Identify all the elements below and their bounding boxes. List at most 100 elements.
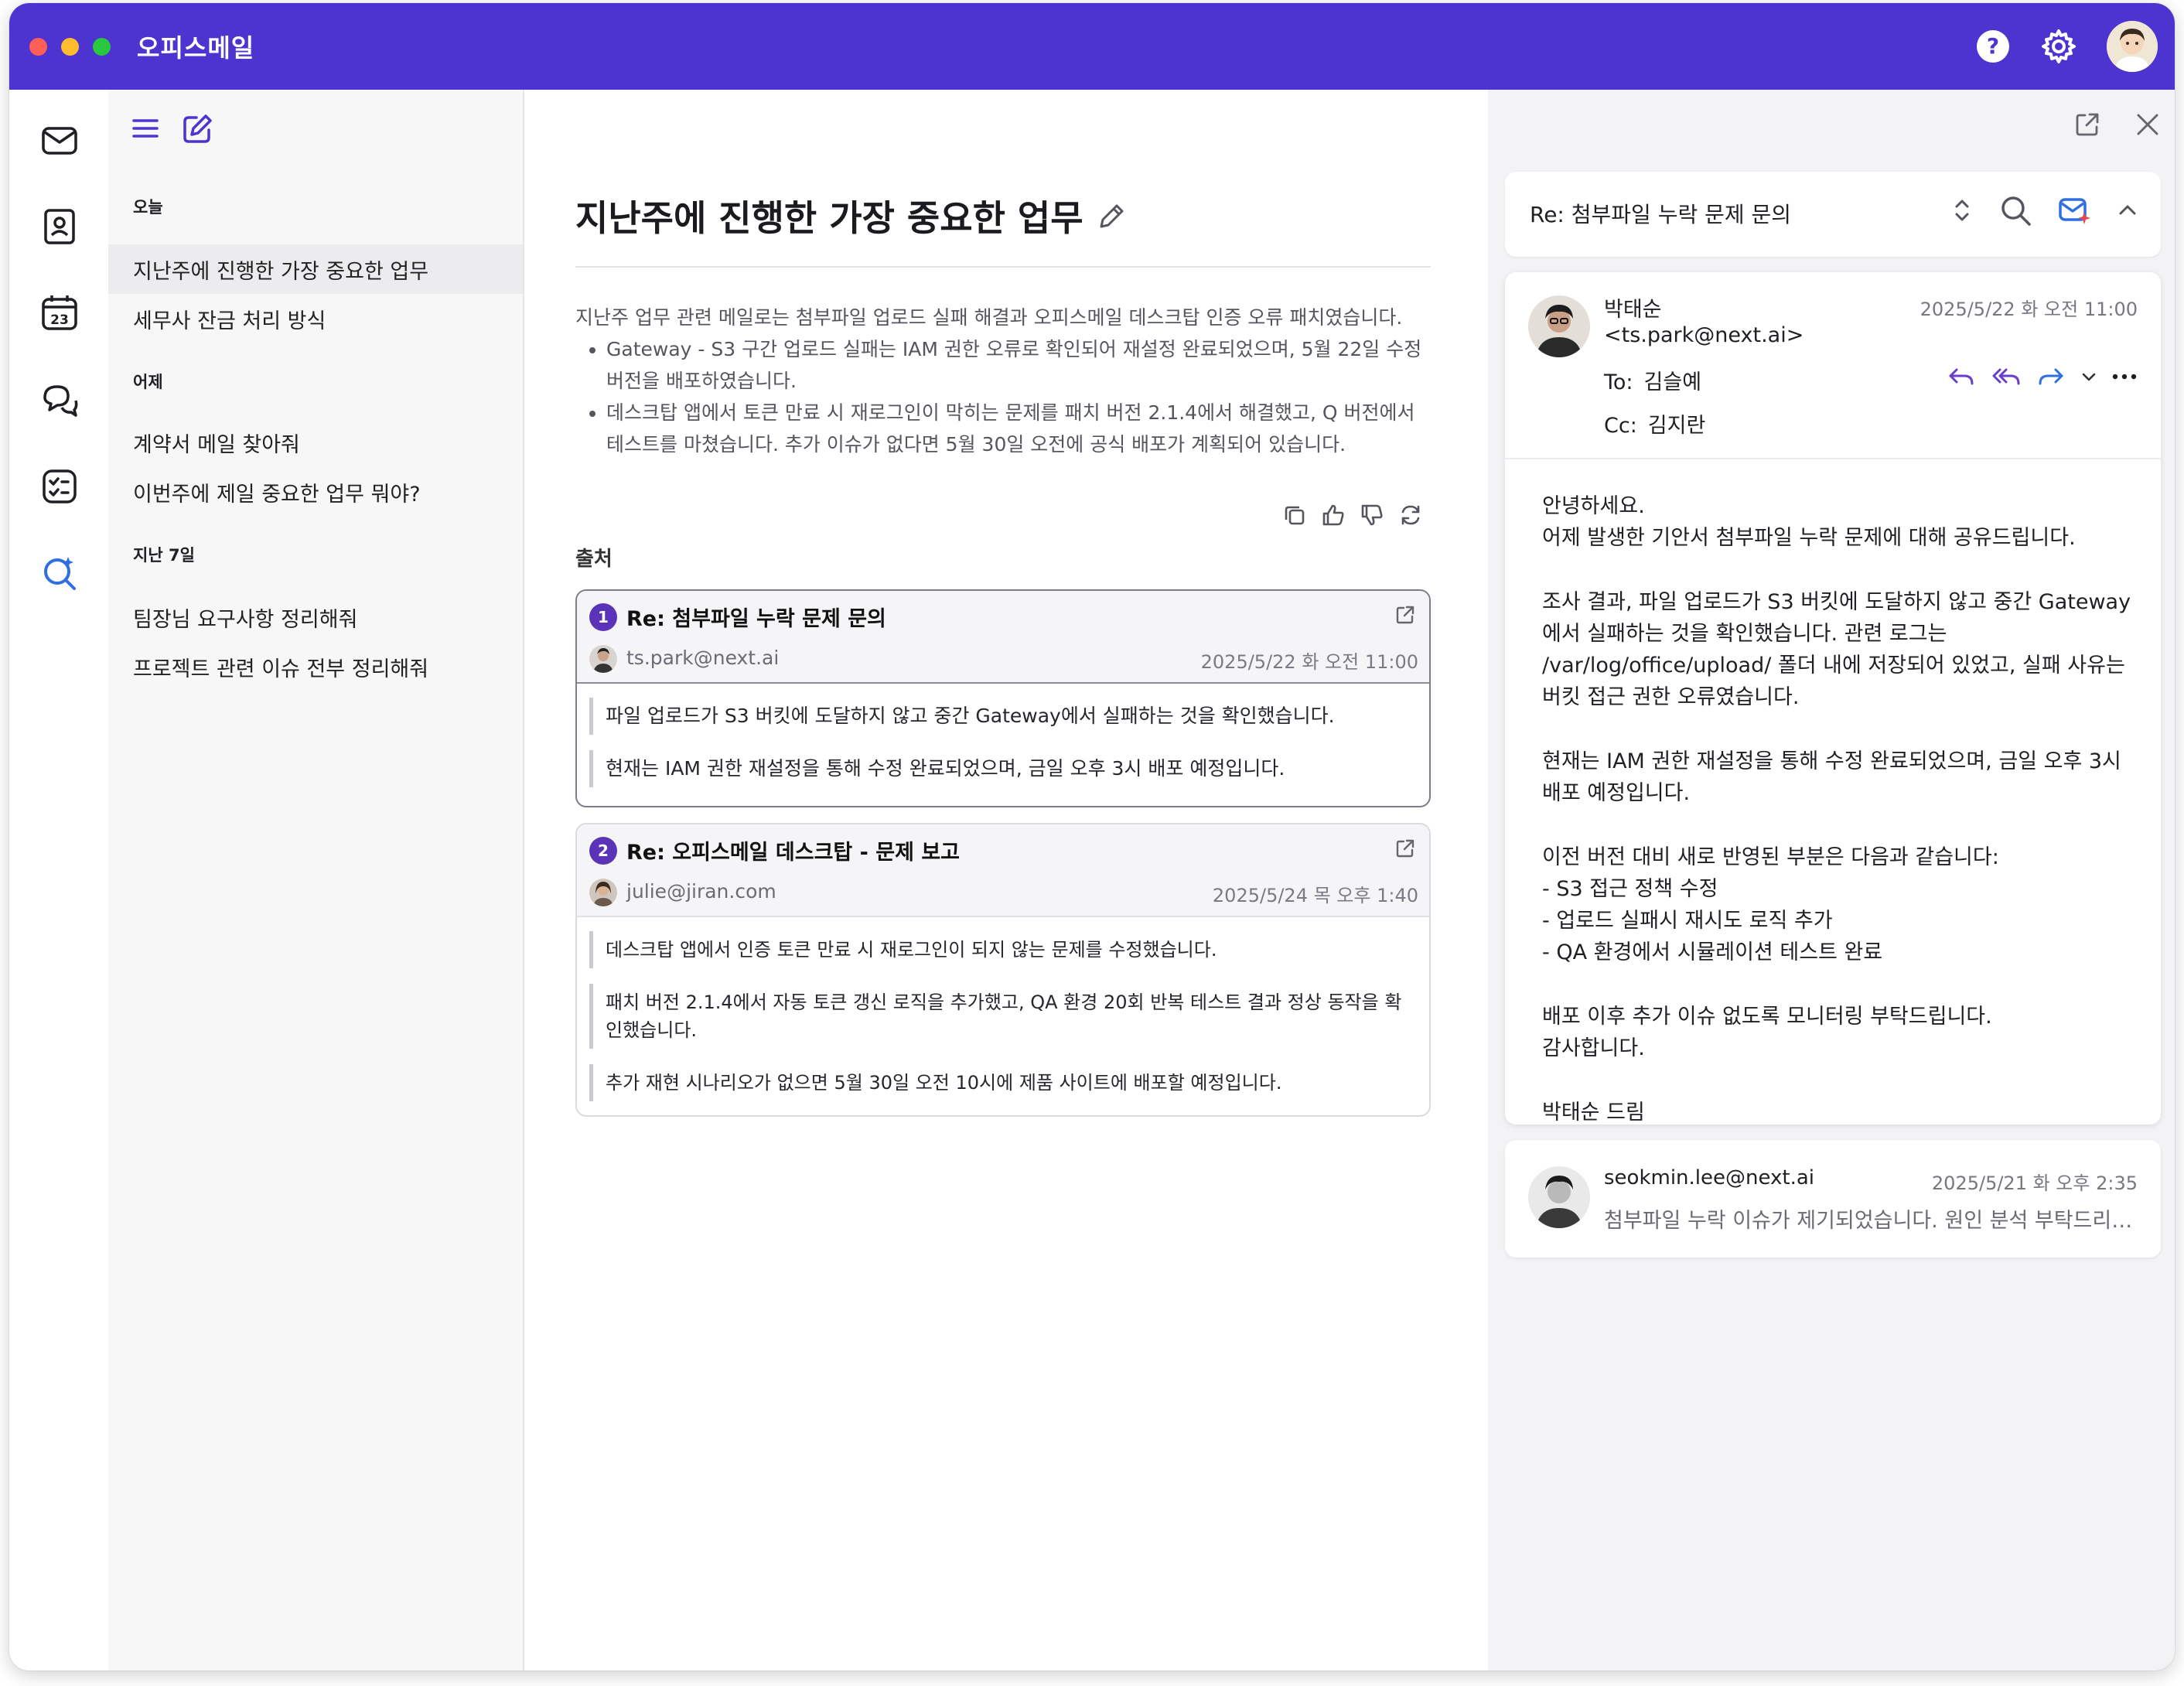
- forward-icon[interactable]: [2036, 363, 2066, 390]
- sender-avatar: [1528, 1166, 1590, 1228]
- thumbs-up-icon[interactable]: [1321, 503, 1346, 527]
- page-title-row: 지난주에 진행한 가장 중요한 업무: [575, 190, 1127, 241]
- external-link-icon[interactable]: [2073, 110, 2102, 139]
- copy-icon[interactable]: [1282, 503, 1307, 527]
- more-icon[interactable]: [2111, 368, 2138, 385]
- close-icon[interactable]: [2133, 110, 2162, 139]
- source-from: julie@jiran.com: [626, 880, 776, 903]
- tasks-icon[interactable]: [39, 466, 80, 507]
- thread-header: Re: 첨부파일 누락 문제 문의: [1505, 172, 2161, 257]
- list-item[interactable]: 지난주에 진행한 가장 중요한 업무: [108, 244, 523, 294]
- chat-icon[interactable]: [39, 379, 80, 421]
- list-item[interactable]: 프로젝트 관련 이슈 전부 정리해줘: [108, 642, 523, 691]
- list-item-label: 팀장님 요구사항 정리해줘: [133, 607, 358, 632]
- thumbs-down-icon[interactable]: [1360, 503, 1384, 527]
- list-item[interactable]: 세무사 잔금 처리 방식: [108, 294, 523, 343]
- list-item[interactable]: 계약서 메일 찾아줘: [108, 418, 523, 467]
- group-label-yesterday: 어제: [133, 373, 163, 391]
- list-item[interactable]: 이번주에 제일 중요한 업무 뭐야?: [108, 467, 523, 517]
- menu-icon[interactable]: [130, 113, 161, 145]
- collapsed-message[interactable]: seokmin.lee@next.ai 2025/5/21 화 오후 2:35 …: [1505, 1140, 2161, 1258]
- body-paragraph: 현재는 IAM 권한 재설정을 통해 수정 완료되었으며, 금일 오후 3시 배…: [1542, 746, 2145, 809]
- body-paragraph: 박태순 드림: [1542, 1097, 2145, 1128]
- mail-reader: Re: 첨부파일 누락 문제 문의 박태순 <ts.park@next.ai> …: [1488, 90, 2175, 1671]
- to-recipient[interactable]: 김슬예: [1644, 370, 1702, 394]
- search-icon[interactable]: [1998, 193, 2032, 227]
- close-window-button[interactable]: [29, 37, 47, 56]
- sender-avatar: [589, 879, 617, 906]
- app-rail: 23: [9, 90, 108, 1671]
- source-title: Re: 오피스메일 데스크탑 - 문제 보고: [626, 841, 961, 865]
- help-icon[interactable]: ?: [1975, 29, 2011, 64]
- sources-label: 출처: [575, 548, 613, 571]
- sort-icon[interactable]: [1950, 194, 1974, 227]
- source-quote: 현재는 IAM 권한 재설정을 통해 수정 완료되었으며, 금일 오후 3시 배…: [589, 750, 1417, 787]
- svg-text:?: ?: [1987, 33, 1999, 59]
- list-item[interactable]: 팀장님 요구사항 정리해줘: [108, 592, 523, 642]
- summary-intro: 지난주 업무 관련 메일로는 첨부파일 업로드 실패 해결과 오피스메일 데스크…: [575, 306, 1403, 329]
- body-line: 현재는 IAM 권한 재설정을 통해 수정 완료되었으며, 금일 오후 3시 배…: [1542, 749, 2121, 805]
- list-item-label: 계약서 메일 찾아줘: [133, 432, 300, 457]
- window-controls: [29, 37, 111, 56]
- source-date: 2025/5/22 화 오전 11:00: [1200, 651, 1418, 673]
- source-number: 2: [589, 837, 617, 865]
- cc-line: Cc: 김지란: [1604, 408, 1705, 439]
- calendar-icon[interactable]: 23: [39, 292, 80, 334]
- source-quote: 추가 재현 시나리오가 없으면 5월 30일 오전 10시에 제품 사이트에 배…: [589, 1064, 1417, 1101]
- mail-icon[interactable]: [39, 119, 80, 161]
- source-date: 2025/5/24 목 오후 1:40: [1212, 885, 1418, 906]
- contacts-icon[interactable]: [39, 206, 80, 247]
- sender-avatar: [589, 645, 617, 673]
- minimize-window-button[interactable]: [61, 37, 79, 56]
- ai-mail-icon[interactable]: [2057, 193, 2091, 227]
- mail-message: 박태순 <ts.park@next.ai> 2025/5/22 화 오전 11:…: [1505, 272, 2161, 1125]
- body-paragraph: 배포 이후 추가 이슈 없도록 모니터링 부탁드립니다. 감사합니다.: [1542, 1001, 2145, 1064]
- source-card[interactable]: 2 Re: 오피스메일 데스크탑 - 문제 보고 julie@jiran.com…: [575, 823, 1431, 1117]
- body-line: - 업로드 실패시 재시도 로직 추가: [1542, 909, 1833, 933]
- source-quote: 파일 업로드가 S3 버킷에 도달하지 않고 중간 Gateway에서 실패하는…: [589, 698, 1417, 735]
- reader-toolbar: [2073, 110, 2162, 139]
- list-item-label: 세무사 잔금 처리 방식: [133, 309, 326, 333]
- ai-search-icon[interactable]: [39, 552, 80, 594]
- group-label-today: 오늘: [133, 198, 163, 217]
- maximize-window-button[interactable]: [93, 37, 111, 56]
- user-avatar[interactable]: [2107, 21, 2158, 72]
- body-line: 안녕하세요.: [1542, 494, 1645, 518]
- chevron-down-icon[interactable]: [2080, 368, 2097, 385]
- summary-bullet: Gateway - S3 구간 업로드 실패는 IAM 권한 오류로 확인되어 …: [606, 333, 1434, 397]
- chevron-up-icon[interactable]: [2116, 199, 2139, 222]
- to-line: To: 김슬예: [1604, 365, 1701, 395]
- list-item-label: 이번주에 제일 중요한 업무 뭐야?: [133, 482, 421, 507]
- answer-panel: 지난주에 진행한 가장 중요한 업무 지난주 업무 관련 메일로는 첨부파일 업…: [524, 90, 1488, 1671]
- edit-icon[interactable]: [1097, 201, 1127, 230]
- body-paragraph: 이전 버전 대비 새로 반영된 부분은 다음과 같습니다: - S3 접근 정책 …: [1542, 841, 2145, 968]
- external-link-icon[interactable]: [1394, 837, 1417, 860]
- external-link-icon[interactable]: [1394, 603, 1417, 626]
- compose-icon[interactable]: [181, 113, 213, 145]
- reply-all-icon[interactable]: [1991, 363, 2022, 390]
- source-title: Re: 첨부파일 누락 문제 문의: [626, 607, 886, 631]
- cc-recipient[interactable]: 김지란: [1648, 414, 1706, 438]
- gear-icon[interactable]: [2040, 28, 2077, 65]
- refresh-icon[interactable]: [1398, 503, 1423, 527]
- page-title: 지난주에 진행한 가장 중요한 업무: [575, 197, 1083, 239]
- source-card-header: 2 Re: 오피스메일 데스크탑 - 문제 보고 julie@jiran.com…: [577, 824, 1429, 917]
- source-from: ts.park@next.ai: [626, 647, 780, 669]
- sender-email: seokmin.lee@next.ai: [1604, 1166, 1815, 1189]
- title-divider: [575, 266, 1431, 268]
- body-line: 배포 이후 추가 이슈 없도록 모니터링 부탁드립니다.: [1542, 1005, 1992, 1029]
- source-card[interactable]: 1 Re: 첨부파일 누락 문제 문의 ts.park@next.ai 2025…: [575, 589, 1431, 807]
- body-paragraph: 안녕하세요. 어제 발생한 기안서 첨부파일 누락 문제에 대해 공유드립니다.: [1542, 490, 2145, 554]
- sender-email: <ts.park@next.ai>: [1604, 323, 1804, 347]
- body-paragraph: 조사 결과, 파일 업로드가 S3 버킷에 도달하지 않고 중간 Gateway…: [1542, 586, 2145, 713]
- body-line: 감사합니다.: [1542, 1036, 1645, 1060]
- app-title: 오피스메일: [137, 33, 255, 63]
- conversation-list: 오늘 지난주에 진행한 가장 중요한 업무 세무사 잔금 처리 방식 어제 계약…: [108, 90, 524, 1671]
- message-date: 2025/5/21 화 오후 2:35: [1931, 1172, 2138, 1194]
- source-number: 1: [589, 603, 617, 631]
- reply-icon[interactable]: [1946, 363, 1977, 390]
- summary-bullet: 데스크탑 앱에서 토큰 만료 시 재로그인이 막히는 문제를 패치 버전 2.1…: [606, 397, 1434, 460]
- body-line: - QA 환경에서 시뮬레이션 테스트 완료: [1542, 940, 1883, 964]
- body-line: 조사 결과, 파일 업로드가 S3 버킷에 도달하지 않고 중간 Gateway…: [1542, 590, 2131, 709]
- thread-title: Re: 첨부파일 누락 문제 문의: [1530, 202, 1792, 227]
